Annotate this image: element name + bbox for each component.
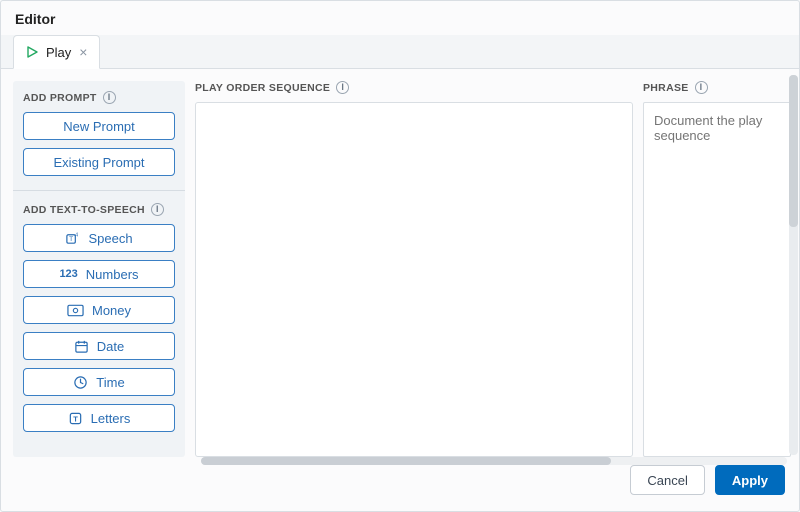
tab-strip: Play × [1, 35, 799, 69]
footer: Cancel Apply [1, 457, 799, 503]
button-label: Time [96, 375, 124, 390]
column-title-text: PHRASE [643, 82, 689, 94]
section-title-text: ADD PROMPT [23, 92, 97, 104]
section-title-text: ADD TEXT-TO-SPEECH [23, 204, 145, 216]
existing-prompt-button[interactable]: Existing Prompt [23, 148, 175, 176]
info-icon[interactable]: i [695, 81, 708, 94]
tts-letters-button[interactable]: T Letters [23, 404, 175, 432]
info-icon[interactable]: i [336, 81, 349, 94]
button-label: Letters [91, 411, 131, 426]
svg-text:4: 4 [76, 232, 79, 238]
close-icon[interactable]: × [79, 45, 87, 59]
play-icon [26, 46, 38, 58]
speech-icon: T4 [65, 231, 80, 246]
section-add-tts: ADD TEXT-TO-SPEECH i [23, 203, 175, 216]
column-title-text: PLAY ORDER SEQUENCE [195, 82, 330, 94]
apply-button[interactable]: Apply [715, 465, 785, 495]
scrollbar-thumb[interactable] [789, 75, 798, 227]
new-prompt-button[interactable]: New Prompt [23, 112, 175, 140]
sequence-column: PLAY ORDER SEQUENCE i [195, 81, 633, 457]
clock-icon [73, 375, 88, 390]
button-label: Date [97, 339, 124, 354]
section-add-prompt: ADD PROMPT i [23, 91, 175, 104]
phrase-column: PHRASE i [643, 81, 791, 457]
button-label: Existing Prompt [53, 155, 144, 170]
phrase-textarea[interactable] [643, 102, 791, 457]
divider [13, 190, 185, 191]
phrase-title: PHRASE i [643, 81, 791, 94]
editor-panel: Editor Play × ADD PROMPT i New Prompt Ex… [0, 0, 800, 512]
tts-money-button[interactable]: Money [23, 296, 175, 324]
tts-numbers-button[interactable]: 123 Numbers [23, 260, 175, 288]
button-label: Speech [88, 231, 132, 246]
info-icon[interactable]: i [151, 203, 164, 216]
tts-time-button[interactable]: Time [23, 368, 175, 396]
tts-date-button[interactable]: Date [23, 332, 175, 360]
svg-text:T: T [70, 235, 74, 242]
editor-body: ADD PROMPT i New Prompt Existing Prompt … [1, 69, 799, 469]
tab-play[interactable]: Play × [13, 35, 100, 69]
info-icon[interactable]: i [103, 91, 116, 104]
panel-title: Editor [1, 1, 799, 35]
svg-text:T: T [73, 414, 78, 423]
button-label: Numbers [86, 267, 139, 282]
sidebar: ADD PROMPT i New Prompt Existing Prompt … [13, 81, 185, 457]
letters-icon: T [68, 411, 83, 426]
button-label: Money [92, 303, 131, 318]
calendar-icon [74, 339, 89, 354]
play-order-drop-area[interactable] [195, 102, 633, 457]
money-icon [67, 304, 84, 317]
cancel-button[interactable]: Cancel [630, 465, 704, 495]
vertical-scrollbar[interactable] [789, 75, 798, 455]
numbers-icon: 123 [59, 268, 77, 280]
tts-speech-button[interactable]: T4 Speech [23, 224, 175, 252]
tab-label: Play [46, 45, 71, 60]
sequence-title: PLAY ORDER SEQUENCE i [195, 81, 633, 94]
button-label: New Prompt [63, 119, 135, 134]
